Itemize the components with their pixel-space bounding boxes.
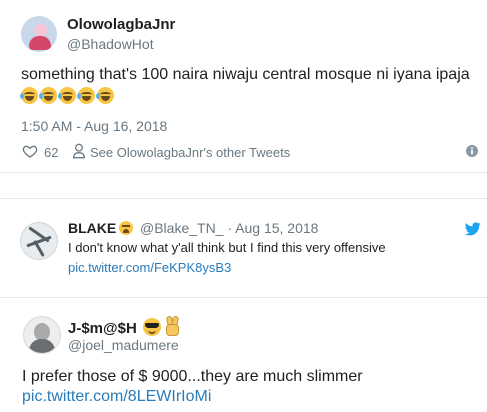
face-with-tears-of-joy-icon: [20, 87, 38, 104]
embedded-tweet-card: OlowolagbaJnr @BhadowHot something that'…: [0, 0, 487, 172]
quoted-tweet-text: I don't know what y'all think but I find…: [68, 240, 386, 255]
person-icon[interactable]: [72, 143, 86, 159]
timestamp[interactable]: 1:50 AM - Aug 16, 2018: [21, 118, 167, 134]
divider: [0, 198, 487, 199]
reply-author-handle[interactable]: @joel_madumere: [68, 337, 179, 353]
author-name[interactable]: OlowolagbaJnr: [67, 16, 175, 33]
divider: [0, 172, 487, 173]
heart-icon[interactable]: [22, 143, 38, 159]
reply-author-name[interactable]: J-$m@$H: [68, 315, 180, 337]
quoted-tweet-link[interactable]: pic.twitter.com/FeKPK8ysB3: [68, 260, 231, 275]
quoted-author-handle[interactable]: @Blake_TN_: [140, 220, 223, 236]
avatar[interactable]: [20, 222, 58, 260]
tweet-text: something that's 100 naira niwaju centra…: [21, 66, 470, 83]
avatar[interactable]: [23, 316, 61, 354]
like-count[interactable]: 62: [44, 145, 58, 160]
info-icon[interactable]: [466, 145, 478, 157]
reply-tweet-link[interactable]: pic.twitter.com/8LEWIrIoMi: [22, 388, 211, 406]
avatar[interactable]: [21, 16, 57, 52]
quoted-author-name[interactable]: BLAKE: [68, 220, 134, 236]
tired-face-icon: [119, 221, 134, 235]
quoted-author-meta: @Blake_TN_ · Aug 15, 2018: [140, 220, 318, 236]
quoted-date[interactable]: Aug 15, 2018: [235, 220, 318, 236]
face-with-tears-of-joy-icon: [58, 87, 76, 104]
face-with-tears-of-joy-icon: [77, 87, 95, 104]
quoted-author-name-text[interactable]: BLAKE: [68, 220, 116, 236]
face-with-tears-of-joy-icon: [39, 87, 57, 104]
reply-author-name-text[interactable]: J-$m@$H: [68, 320, 137, 337]
victory-hand-icon: [165, 315, 180, 336]
other-tweets-link[interactable]: See OlowolagbaJnr's other Tweets: [90, 145, 290, 160]
sunglasses-face-icon: [142, 318, 161, 336]
separator: ·: [227, 220, 233, 236]
face-with-tears-of-joy-icon: [96, 87, 114, 104]
divider: [0, 297, 487, 298]
author-handle[interactable]: @BhadowHot: [67, 36, 154, 52]
reply-tweet-text: I prefer those of $ 9000...they are much…: [22, 368, 363, 385]
twitter-bird-icon[interactable]: [465, 222, 481, 236]
emoji-row: [20, 87, 114, 104]
